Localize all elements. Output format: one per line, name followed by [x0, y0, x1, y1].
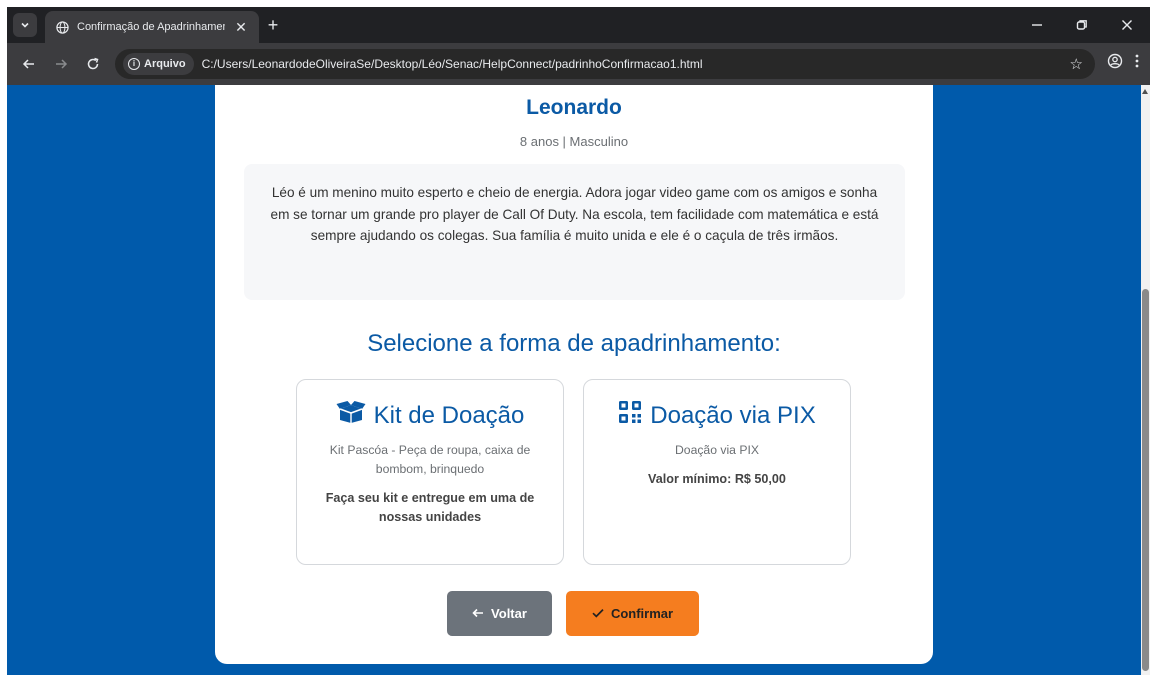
child-card: Leonardo 8 anos | Masculino Léo é um men… — [215, 85, 933, 664]
option-note: Valor mínimo: R$ 50,00 — [648, 472, 786, 486]
tab-strip: Confirmação de Apadrinhamento ✕ + — [7, 7, 1150, 43]
new-tab-button[interactable]: + — [263, 15, 283, 35]
reload-icon[interactable] — [81, 52, 105, 76]
site-info-chip[interactable]: i Arquivo — [123, 53, 194, 75]
child-name: Leonardo — [526, 96, 622, 119]
tab-title: Confirmação de Apadrinhamento — [77, 21, 225, 33]
option-description: Doação via PIX — [674, 443, 759, 457]
child-age-gender: 8 anos | Masculino — [519, 134, 629, 149]
option-kit-doacao[interactable]: Kit de Doação Kit Pascóa - Peça de roupa… — [296, 379, 564, 565]
back-button[interactable]: Voltar — [447, 591, 552, 636]
page-viewport: Leonardo 8 anos | Masculino Léo é um men… — [7, 85, 1150, 675]
scrollbar-thumb[interactable] — [1142, 289, 1149, 671]
scroll-up-icon[interactable] — [1142, 89, 1148, 94]
browser-window: Confirmação de Apadrinhamento ✕ + i Arqu… — [7, 7, 1150, 675]
confirm-button[interactable]: Confirmar — [566, 591, 699, 636]
minimize-icon[interactable] — [1022, 13, 1052, 37]
close-icon[interactable]: ✕ — [233, 19, 249, 36]
confirm-button-label: Confirmar — [610, 606, 674, 621]
child-bio: Léo é um menino muito esperto e cheio de… — [270, 185, 879, 243]
arrow-left-icon — [472, 606, 484, 621]
tab-search-icon[interactable] — [13, 13, 37, 37]
browser-toolbar: i Arquivo C:/Users/LeonardodeOliveiraSe/… — [7, 43, 1150, 85]
box-open-icon — [336, 400, 366, 431]
selection-title: Selecione a forma de apadrinhamento: — [367, 330, 781, 357]
close-window-icon[interactable] — [1112, 13, 1142, 37]
star-icon[interactable]: ☆ — [1070, 55, 1083, 73]
url-text[interactable]: C:/Users/LeonardodeOliveiraSe/Desktop/Lé… — [202, 57, 703, 71]
option-title: Kit de Doação — [373, 401, 525, 429]
page-scrollbar[interactable] — [1141, 85, 1150, 675]
browser-tab[interactable]: Confirmação de Apadrinhamento ✕ — [45, 11, 259, 43]
back-arrow-icon[interactable] — [17, 52, 41, 76]
info-icon: i — [128, 58, 140, 70]
menu-kebab-icon[interactable] — [1134, 53, 1140, 72]
child-bio-box: Léo é um menino muito esperto e cheio de… — [244, 164, 905, 300]
option-title: Doação via PIX — [650, 401, 816, 429]
address-bar[interactable]: i Arquivo C:/Users/LeonardodeOliveiraSe/… — [115, 49, 1095, 79]
option-doacao-pix[interactable]: Doação via PIX Doação via PIX Valor míni… — [583, 379, 851, 565]
globe-icon — [55, 20, 69, 34]
option-description: Kit Pascóa - Peça de roupa, caixa de bom… — [329, 443, 531, 476]
restore-icon[interactable] — [1067, 13, 1097, 37]
back-button-label: Voltar — [491, 606, 527, 621]
profile-icon[interactable] — [1107, 53, 1123, 72]
option-note: Faça seu kit e entregue em uma de nossas… — [325, 491, 535, 524]
check-icon — [592, 606, 604, 621]
forward-arrow-icon[interactable] — [49, 52, 73, 76]
qr-code-icon — [618, 400, 642, 431]
site-info-label: Arquivo — [144, 58, 186, 70]
